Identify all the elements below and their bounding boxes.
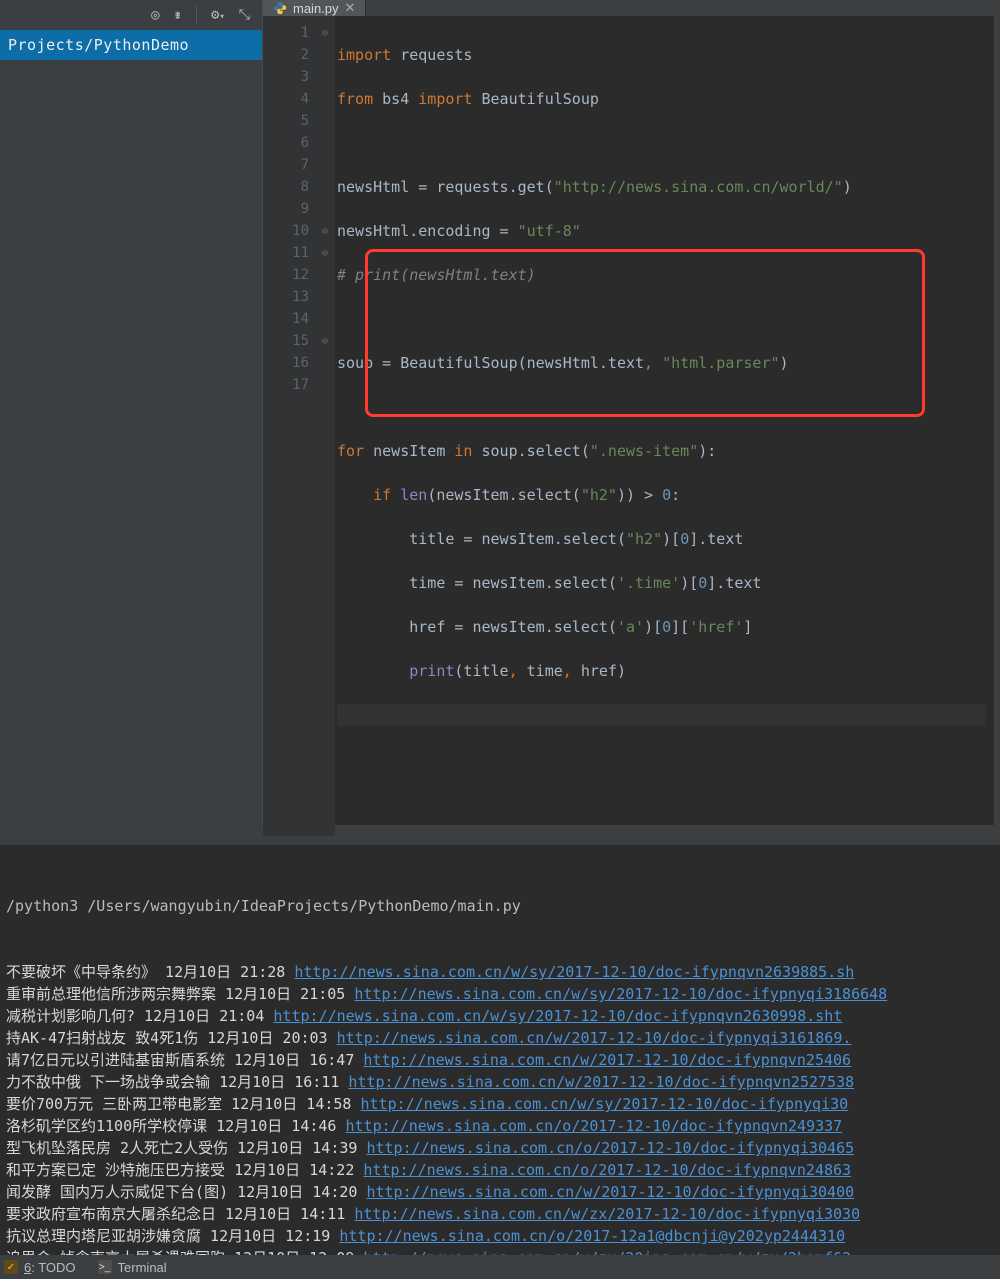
terminal-icon: >_: [98, 1260, 112, 1274]
collapse-all-icon[interactable]: ⇟: [174, 7, 182, 23]
line-number-gutter: 1 2 3 4 5 6 7 8 9 10 11 12 13 14 15 16 1: [263, 16, 315, 836]
output-link[interactable]: http://news.sina.com.cn/w/zx/2017-12-10/…: [354, 1205, 860, 1223]
code-text[interactable]: import requests from bs4 import Beautifu…: [335, 16, 994, 836]
output-text: 洛杉矶学区约1100所学校停课 12月10日 14:46: [6, 1117, 346, 1135]
output-text: 减税计划影响几何? 12月10日 21:04: [6, 1007, 273, 1025]
output-text: 不要破坏《中导条约》 12月10日 21:28: [6, 963, 294, 981]
output-link[interactable]: http://news.sina.com.cn/w/2017-12-10/doc…: [337, 1029, 852, 1047]
output-link[interactable]: http://news.sina.com.cn/w/2017-12-10/doc…: [366, 1183, 854, 1201]
output-link[interactable]: http://news.sina.com.cn/w/sy/2017-12-10/…: [361, 1095, 849, 1113]
output-line: 不要破坏《中导条约》 12月10日 21:28 http://news.sina…: [6, 961, 1000, 983]
todo-label: : TODO: [31, 1260, 75, 1275]
output-link[interactable]: http://news.sina.com.cn/w/sy/2017-12-10/…: [294, 963, 854, 981]
output-line: 闻发酵 国内万人示威促下台(图) 12月10日 14:20 http://new…: [6, 1181, 1000, 1203]
output-link[interactable]: http://news.sina.com.cn/o/2017-12a1@dbcn…: [339, 1227, 845, 1245]
output-line: 抗议总理内塔尼亚胡涉嫌贪腐 12月10日 12:19 http://news.s…: [6, 1225, 1000, 1247]
output-line: 洛杉矶学区约1100所学校停课 12月10日 14:46 http://news…: [6, 1115, 1000, 1137]
output-text: 持AK-47扫射战友 致4死1伤 12月10日 20:03: [6, 1029, 337, 1047]
output-link[interactable]: http://news.sina.com.cn/w/sy/2017-12-10/…: [354, 985, 887, 1003]
todo-tool-window-button[interactable]: ✓ 6: TODO: [4, 1260, 76, 1275]
editor-body[interactable]: 1 2 3 4 5 6 7 8 9 10 11 12 13 14 15 16 1: [263, 16, 1000, 836]
output-line: 型飞机坠落民房 2人死亡2人受伤 12月10日 14:39 http://new…: [6, 1137, 1000, 1159]
editor-tab-bar: main.py ✕: [263, 0, 1000, 16]
output-text: 要求政府宣布南京大屠杀纪念日 12月10日 14:11: [6, 1205, 354, 1223]
editor-tab-label: main.py: [293, 1, 339, 16]
output-line: 和平方案已定 沙特施压巴方接受 12月10日 14:22 http://news…: [6, 1159, 1000, 1181]
output-text: 和平方案已定 沙特施压巴方接受 12月10日 14:22: [6, 1161, 363, 1179]
output-link[interactable]: http://news.sina.com.cn/o/2017-12-10/doc…: [363, 1161, 851, 1179]
output-text: 型飞机坠落民房 2人死亡2人受伤 12月10日 14:39: [6, 1139, 366, 1157]
bottom-tool-window-bar: ✓ 6: TODO >_ Terminal: [0, 1255, 1000, 1279]
output-text: 力不敌中俄 下一场战争或会输 12月10日 16:11: [6, 1073, 348, 1091]
run-command-line: /python3 /Users/wangyubin/IdeaProjects/P…: [6, 895, 1000, 917]
project-sidebar: ◎ ⇟ ⚙▾ ⤡ Projects/PythonDemo: [0, 0, 262, 825]
hide-panel-icon[interactable]: ⤡: [239, 7, 250, 23]
output-line: 要价700万元 三卧两卫带电影室 12月10日 14:58 http://new…: [6, 1093, 1000, 1115]
output-text: 重审前总理他信所涉两宗舞弊案 12月10日 21:05: [6, 985, 354, 1003]
output-line: 力不敌中俄 下一场战争或会输 12月10日 16:11 http://news.…: [6, 1071, 1000, 1093]
editor-tab-main-py[interactable]: main.py ✕: [263, 0, 366, 16]
output-line: 要求政府宣布南京大屠杀纪念日 12月10日 14:11 http://news.…: [6, 1203, 1000, 1225]
output-link[interactable]: http://news.sina.com.cn/o/2017-12-10/doc…: [366, 1139, 854, 1157]
output-text: 请7亿日元以引进陆基宙斯盾系统 12月10日 16:47: [6, 1051, 363, 1069]
output-link[interactable]: http://news.sina.com.cn/w/2017-12-10/doc…: [348, 1073, 854, 1091]
fold-gutter: ⊖ ⊖ ⊖ ⊖: [315, 16, 335, 836]
editor-scrollbar[interactable]: [994, 16, 1000, 836]
output-link[interactable]: http://news.sina.com.cn/w/2017-12-10/doc…: [363, 1051, 851, 1069]
output-text: 闻发酵 国内万人示威促下台(图) 12月10日 14:20: [6, 1183, 366, 1201]
separator: [196, 6, 197, 24]
output-text: 要价700万元 三卧两卫带电影室 12月10日 14:58: [6, 1095, 361, 1113]
output-line: 重审前总理他信所涉两宗舞弊案 12月10日 21:05 http://news.…: [6, 983, 1000, 1005]
output-line: 持AK-47扫射战友 致4死1伤 12月10日 20:03 http://new…: [6, 1027, 1000, 1049]
close-tab-icon[interactable]: ✕: [345, 0, 356, 16]
python-file-icon: [273, 1, 287, 15]
todo-icon: ✓: [4, 1260, 18, 1274]
output-line: 减税计划影响几何? 12月10日 21:04 http://news.sina.…: [6, 1005, 1000, 1027]
run-output[interactable]: /python3 /Users/wangyubin/IdeaProjects/P…: [0, 845, 1000, 1255]
scroll-from-source-icon[interactable]: ◎: [151, 7, 159, 23]
project-tree-node-selected[interactable]: Projects/PythonDemo: [0, 30, 262, 60]
terminal-label: Terminal: [118, 1260, 167, 1275]
terminal-tool-window-button[interactable]: >_ Terminal: [98, 1260, 167, 1275]
gear-icon[interactable]: ⚙▾: [211, 7, 225, 23]
output-text: 抗议总理内塔尼亚胡涉嫌贪腐 12月10日 12:19: [6, 1227, 339, 1245]
output-link[interactable]: http://news.sina.com.cn/w/sy/2017-12-10/…: [273, 1007, 842, 1025]
output-line: 请7亿日元以引进陆基宙斯盾系统 12月10日 16:47 http://news…: [6, 1049, 1000, 1071]
output-link[interactable]: http://news.sina.com.cn/o/2017-12-10/doc…: [346, 1117, 843, 1135]
output-line: 追思会 悼念南京大屠杀遇难同胞 12月10日 12:09 http://news…: [6, 1247, 1000, 1255]
editor-area: main.py ✕ 1 2 3 4 5 6 7 8 9 10 11 12: [262, 0, 1000, 825]
sidebar-toolbar: ◎ ⇟ ⚙▾ ⤡: [0, 0, 262, 30]
